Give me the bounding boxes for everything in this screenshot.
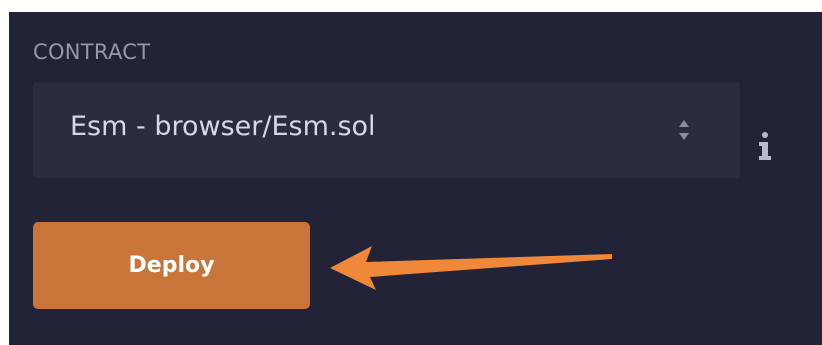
contract-select[interactable]: Esm - browser/Esm.sol <box>33 82 740 178</box>
contract-section-label: CONTRACT <box>33 40 151 64</box>
deploy-button[interactable]: Deploy <box>33 222 310 309</box>
info-icon[interactable] <box>755 131 775 161</box>
up-down-caret-icon <box>679 120 689 140</box>
contract-select-value: Esm - browser/Esm.sol <box>70 111 376 142</box>
